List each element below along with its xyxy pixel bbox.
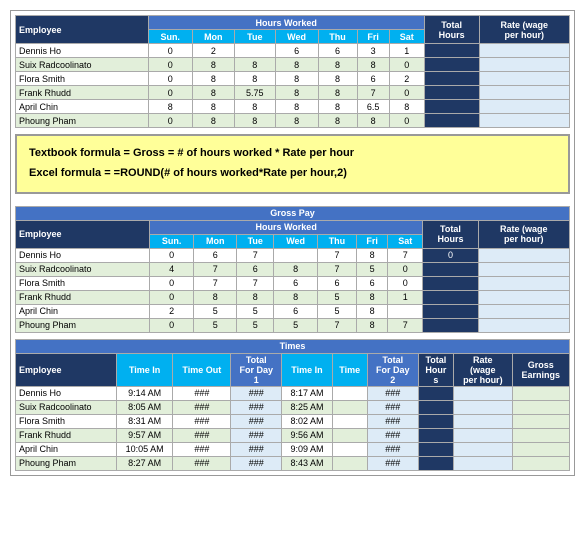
table-row: Flora Smith0888862 bbox=[16, 72, 570, 86]
col-sun-1: Sun. bbox=[148, 30, 192, 44]
col-employee-1: Employee bbox=[16, 16, 149, 44]
col-wed-2: Wed bbox=[274, 234, 317, 248]
table-row: April Chin255658 bbox=[16, 304, 570, 318]
table-row: Flora Smith8:31 AM######8:02 AM### bbox=[16, 414, 570, 428]
table-row: Dennis Ho026631 bbox=[16, 44, 570, 58]
col-timeout-1: Time Out bbox=[173, 353, 231, 386]
col-total-day1: TotalFor Day1 bbox=[231, 353, 282, 386]
col-fri-1: Fri bbox=[357, 30, 389, 44]
col-timein-2: Time In bbox=[282, 353, 332, 386]
table-row: Flora Smith0776660 bbox=[16, 276, 570, 290]
col-sat-2: Sat bbox=[388, 234, 423, 248]
col-hours-worked-2: Hours Worked bbox=[149, 220, 422, 234]
formula-box: Textbook formula = Gross = # of hours wo… bbox=[15, 134, 570, 194]
col-mon-1: Mon bbox=[192, 30, 234, 44]
table-row: Phoung Pham0888880 bbox=[16, 114, 570, 128]
col-employee-2: Employee bbox=[16, 220, 150, 248]
col-mon-2: Mon bbox=[194, 234, 237, 248]
col-rate-1: Rate (wageper hour) bbox=[479, 16, 570, 44]
table-row: Dennis Ho9:14 AM######8:17 AM### bbox=[16, 386, 570, 400]
col-total-hours-2: TotalHours bbox=[423, 220, 478, 248]
formula-textbook: Textbook formula = Gross = # of hours wo… bbox=[29, 144, 556, 164]
table-row: Frank Rhudd085.758870 bbox=[16, 86, 570, 100]
table-row: Suix Radcoolinato8:05 AM######8:25 AM### bbox=[16, 400, 570, 414]
col-timein-1: Time In bbox=[116, 353, 173, 386]
col-tue-2: Tue bbox=[237, 234, 274, 248]
table-row: Dennis Ho0677870 bbox=[16, 248, 570, 262]
table-row: Frank Rhudd9:57 AM######9:56 AM### bbox=[16, 428, 570, 442]
col-rate-2: Rate (wageper hour) bbox=[478, 220, 569, 248]
col-total-day2: TotalFor Day2 bbox=[367, 353, 418, 386]
times-header: Times bbox=[16, 339, 570, 353]
col-time-2: Time bbox=[332, 353, 367, 386]
col-total-hours-3: TotalHours bbox=[418, 353, 453, 386]
spreadsheet-container: Employee Hours Worked TotalHours Rate (w… bbox=[10, 10, 575, 476]
times-table: Times Employee Time In Time Out TotalFor… bbox=[15, 339, 570, 471]
col-sat-1: Sat bbox=[389, 30, 424, 44]
col-tue-1: Tue bbox=[234, 30, 275, 44]
table-row: April Chin888886.58 bbox=[16, 100, 570, 114]
col-gross-earnings: GrossEarnings bbox=[512, 353, 569, 386]
col-hours-worked-1: Hours Worked bbox=[148, 16, 424, 30]
formula-excel: Excel formula = =ROUND(# of hours worked… bbox=[29, 164, 556, 184]
table-row: Suix Radcoolinato4768750 bbox=[16, 262, 570, 276]
col-rate-3: Rate(wageper hour) bbox=[454, 353, 513, 386]
col-employee-3: Employee bbox=[16, 353, 117, 386]
col-total-hours-1: TotalHours bbox=[424, 16, 479, 44]
col-sun-2: Sun. bbox=[149, 234, 193, 248]
col-thu-1: Thu bbox=[318, 30, 357, 44]
table-row: April Chin10:05 AM######9:09 AM### bbox=[16, 442, 570, 456]
table-row: Phoung Pham8:27 AM######8:43 AM### bbox=[16, 456, 570, 470]
table-row: Frank Rhudd0888581 bbox=[16, 290, 570, 304]
col-thu-2: Thu bbox=[317, 234, 356, 248]
table-row: Suix Radcoolinato0888880 bbox=[16, 58, 570, 72]
gross-pay-header: Gross Pay bbox=[16, 206, 570, 220]
col-wed-1: Wed bbox=[275, 30, 318, 44]
hours-worked-table-1: Employee Hours Worked TotalHours Rate (w… bbox=[15, 15, 570, 128]
gross-pay-table: Gross Pay Employee Hours Worked TotalHou… bbox=[15, 206, 570, 333]
col-fri-2: Fri bbox=[357, 234, 388, 248]
table-row: Phoung Pham0555787 bbox=[16, 318, 570, 332]
